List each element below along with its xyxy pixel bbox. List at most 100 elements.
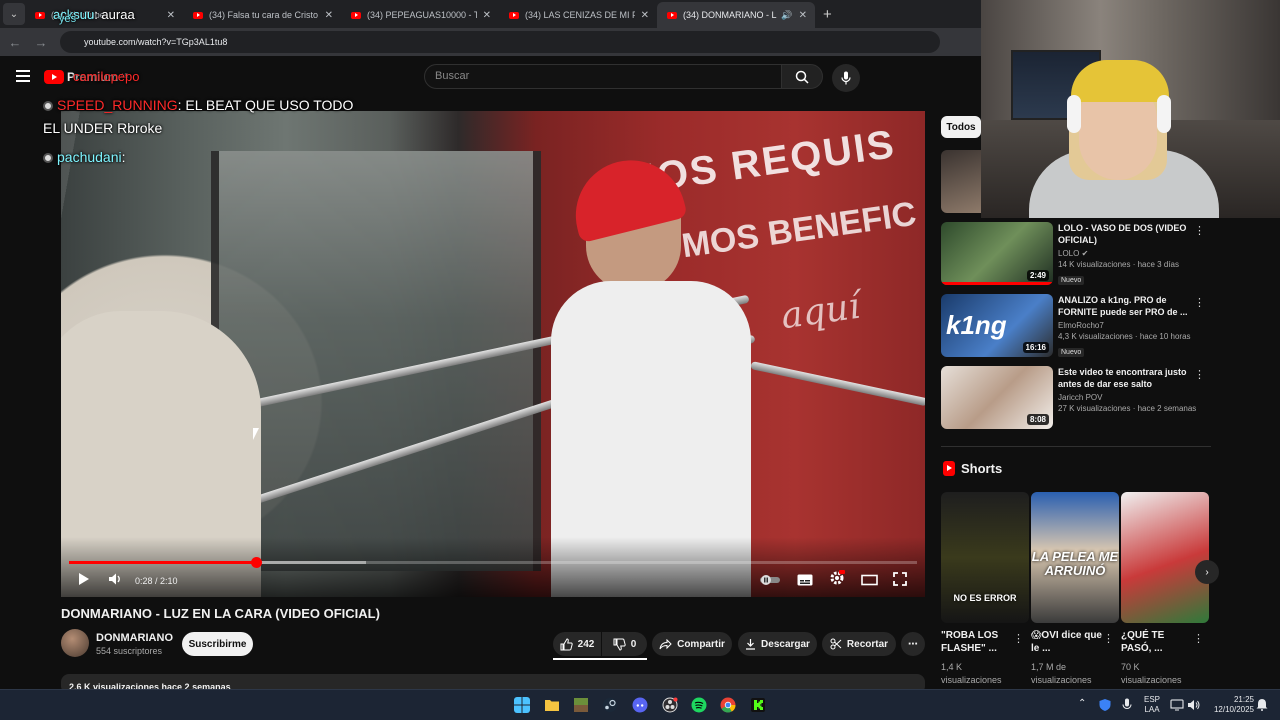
clip-button[interactable]: Recortar <box>822 632 896 656</box>
chevron-right-icon[interactable]: › <box>1195 560 1219 584</box>
discord-icon[interactable] <box>632 697 648 713</box>
more-actions-button[interactable]: ⋯ <box>901 632 925 656</box>
scissors-icon <box>830 638 842 650</box>
close-tab-icon[interactable]: ✕ <box>483 10 491 21</box>
url-field[interactable]: youtube.com/watch?v=TGp3AL1tu8 <box>60 31 940 53</box>
progress-bar[interactable] <box>69 557 917 568</box>
notification-bell-icon[interactable] <box>1256 698 1268 711</box>
chat-line: SPEED_RUNNING: EL BEAT QUE USO TODO <box>43 97 353 113</box>
short-title[interactable]: ¿QUÉ TE PASÓ, ... <box>1121 629 1197 655</box>
settings-button[interactable] <box>829 570 845 589</box>
close-tab-icon[interactable]: ✕ <box>799 10 807 21</box>
new-tab-icon[interactable]: + <box>823 6 832 23</box>
input-language[interactable]: ESP LAA <box>1140 695 1164 715</box>
play-button[interactable] <box>78 572 90 589</box>
recommendation-title: LOLO - VASO DE DOS (VIDEO OFICIAL) <box>1058 223 1187 245</box>
chat-line: yes <box>59 13 76 25</box>
obs-icon[interactable] <box>662 697 678 713</box>
forward-arrow-icon[interactable]: → <box>30 35 52 50</box>
clock[interactable]: 21:25 12/10/2025 <box>1204 695 1254 715</box>
recommendation-info: LOLO - VASO DE DOS (VIDEO OFICIAL) LOLO … <box>1058 222 1198 287</box>
search-input[interactable]: Buscar <box>424 64 782 89</box>
download-button[interactable]: Descargar <box>738 632 817 656</box>
controls-gradient <box>61 537 925 597</box>
channel-avatar[interactable] <box>61 629 89 657</box>
video-duration: 16:16 <box>1022 342 1049 353</box>
section-divider <box>941 446 1211 447</box>
download-label: Descargar <box>761 638 810 650</box>
chat-line: pachudani: <box>43 149 126 165</box>
recommendation-thumbnail[interactable] <box>941 150 981 213</box>
minecraft-icon[interactable] <box>573 697 589 713</box>
video-player[interactable]: MOS REQUIS MOS BENEFIC aquí 0:28 / 2:10 <box>61 111 925 597</box>
time-display: 0:28 / 2:10 <box>135 576 178 586</box>
fullscreen-button[interactable] <box>893 572 907 589</box>
dislike-button[interactable]: 0 <box>602 632 647 656</box>
play-icon <box>79 573 89 585</box>
subscribe-button[interactable]: Suscribirme <box>182 632 253 656</box>
kick-icon[interactable] <box>750 697 766 713</box>
browser-tab[interactable]: (34) PEPEAGUAS10000 - TREN ✕ <box>341 2 499 28</box>
short-title[interactable]: 😱OVI dice que le ... <box>1031 629 1107 655</box>
more-vertical-icon[interactable]: ⋮ <box>1103 632 1114 645</box>
short-thumbnail[interactable] <box>1121 492 1209 623</box>
autoplay-toggle[interactable] <box>759 573 781 589</box>
spotify-icon[interactable] <box>691 697 707 713</box>
share-label: Compartir <box>677 638 725 650</box>
recommendation-thumbnail[interactable]: k1ng 16:16 <box>941 294 1053 357</box>
recommendation-meta: 4,3 K visualizaciones · hace 10 horas <box>1058 332 1191 341</box>
more-vertical-icon[interactable]: ⋮ <box>1194 224 1205 237</box>
subtitles-button[interactable] <box>797 573 813 589</box>
share-button[interactable]: Compartir <box>652 632 732 656</box>
more-vertical-icon[interactable]: ⋮ <box>1013 632 1024 645</box>
url-text: youtube.com/watch?v=TGp3AL1tu8 <box>84 37 228 47</box>
filter-chip-all[interactable]: Todos <box>941 116 981 138</box>
short-title[interactable]: "ROBA LOS FLASHE" ... <box>941 629 1017 655</box>
file-explorer-icon[interactable] <box>544 697 560 713</box>
short-thumbnail[interactable]: NO ES ERROR <box>941 492 1029 623</box>
recommendation-item[interactable]: 8:08 Este video te encontrara justo ante… <box>941 366 1211 430</box>
shorts-heading: Shorts <box>943 461 1002 476</box>
share-icon <box>659 638 672 649</box>
steam-icon[interactable] <box>602 697 618 713</box>
theater-mode-button[interactable] <box>861 573 878 589</box>
display-icon[interactable] <box>1170 699 1184 711</box>
recommendation-title: ANALIZO a k1ng. PRO de FORNITE puede ser… <box>1058 295 1188 317</box>
new-badge: Nuevo <box>1058 348 1085 357</box>
windows-start-icon[interactable] <box>514 697 530 713</box>
volume-button[interactable] <box>108 572 123 589</box>
clock-time: 21:25 <box>1233 695 1254 704</box>
webcam-overlay <box>981 0 1280 218</box>
chevron-up-icon[interactable]: ⌃ <box>1078 699 1086 709</box>
menu-icon[interactable] <box>16 70 30 82</box>
tab-search-dropdown[interactable]: ⌄ <box>3 3 25 25</box>
more-vertical-icon[interactable]: ⋮ <box>1194 368 1205 381</box>
speaker-icon[interactable]: 🔊 <box>781 10 792 21</box>
close-tab-icon[interactable]: ✕ <box>167 10 175 21</box>
close-tab-icon[interactable]: ✕ <box>641 10 649 21</box>
channel-name[interactable]: DONMARIANO <box>96 632 173 644</box>
close-tab-icon[interactable]: ✕ <box>325 10 333 21</box>
more-vertical-icon[interactable]: ⋮ <box>1194 296 1205 309</box>
recommendation-thumbnail[interactable]: 8:08 <box>941 366 1053 429</box>
subtitles-icon <box>797 574 813 586</box>
recommendation-item[interactable]: k1ng 16:16 ANALIZO a k1ng. PRO de FORNIT… <box>941 294 1211 358</box>
chrome-icon[interactable] <box>720 697 736 713</box>
voice-search-button[interactable] <box>832 64 860 92</box>
browser-tab[interactable]: (34) LAS CENIZAS DE MI PADRE ✕ <box>499 2 657 28</box>
short-thumbnail[interactable]: LA PELEA ME ARRUINÓ <box>1031 492 1119 623</box>
browser-tab-active[interactable]: (34) DONMARIANO - LUZ E 🔊 ✕ <box>657 2 815 28</box>
clock-date: 12/10/2025 <box>1213 705 1254 714</box>
microphone-icon[interactable] <box>1121 698 1133 712</box>
recommendation-thumbnail[interactable]: 2:49 <box>941 222 1053 285</box>
browser-tab[interactable]: (34) Falsa tu cara de Cristo - Yo ✕ <box>183 2 341 28</box>
back-arrow-icon[interactable]: ← <box>4 35 26 50</box>
more-vertical-icon[interactable]: ⋮ <box>1193 632 1204 645</box>
shield-icon[interactable] <box>1098 698 1112 712</box>
speaker-icon[interactable] <box>1187 699 1201 711</box>
search-button[interactable] <box>781 64 823 89</box>
scrubber-handle[interactable] <box>250 557 262 568</box>
like-button[interactable]: 242 <box>553 632 601 656</box>
recommendation-item[interactable]: 2:49 LOLO - VASO DE DOS (VIDEO OFICIAL) … <box>941 222 1211 286</box>
gear-icon <box>830 570 845 585</box>
